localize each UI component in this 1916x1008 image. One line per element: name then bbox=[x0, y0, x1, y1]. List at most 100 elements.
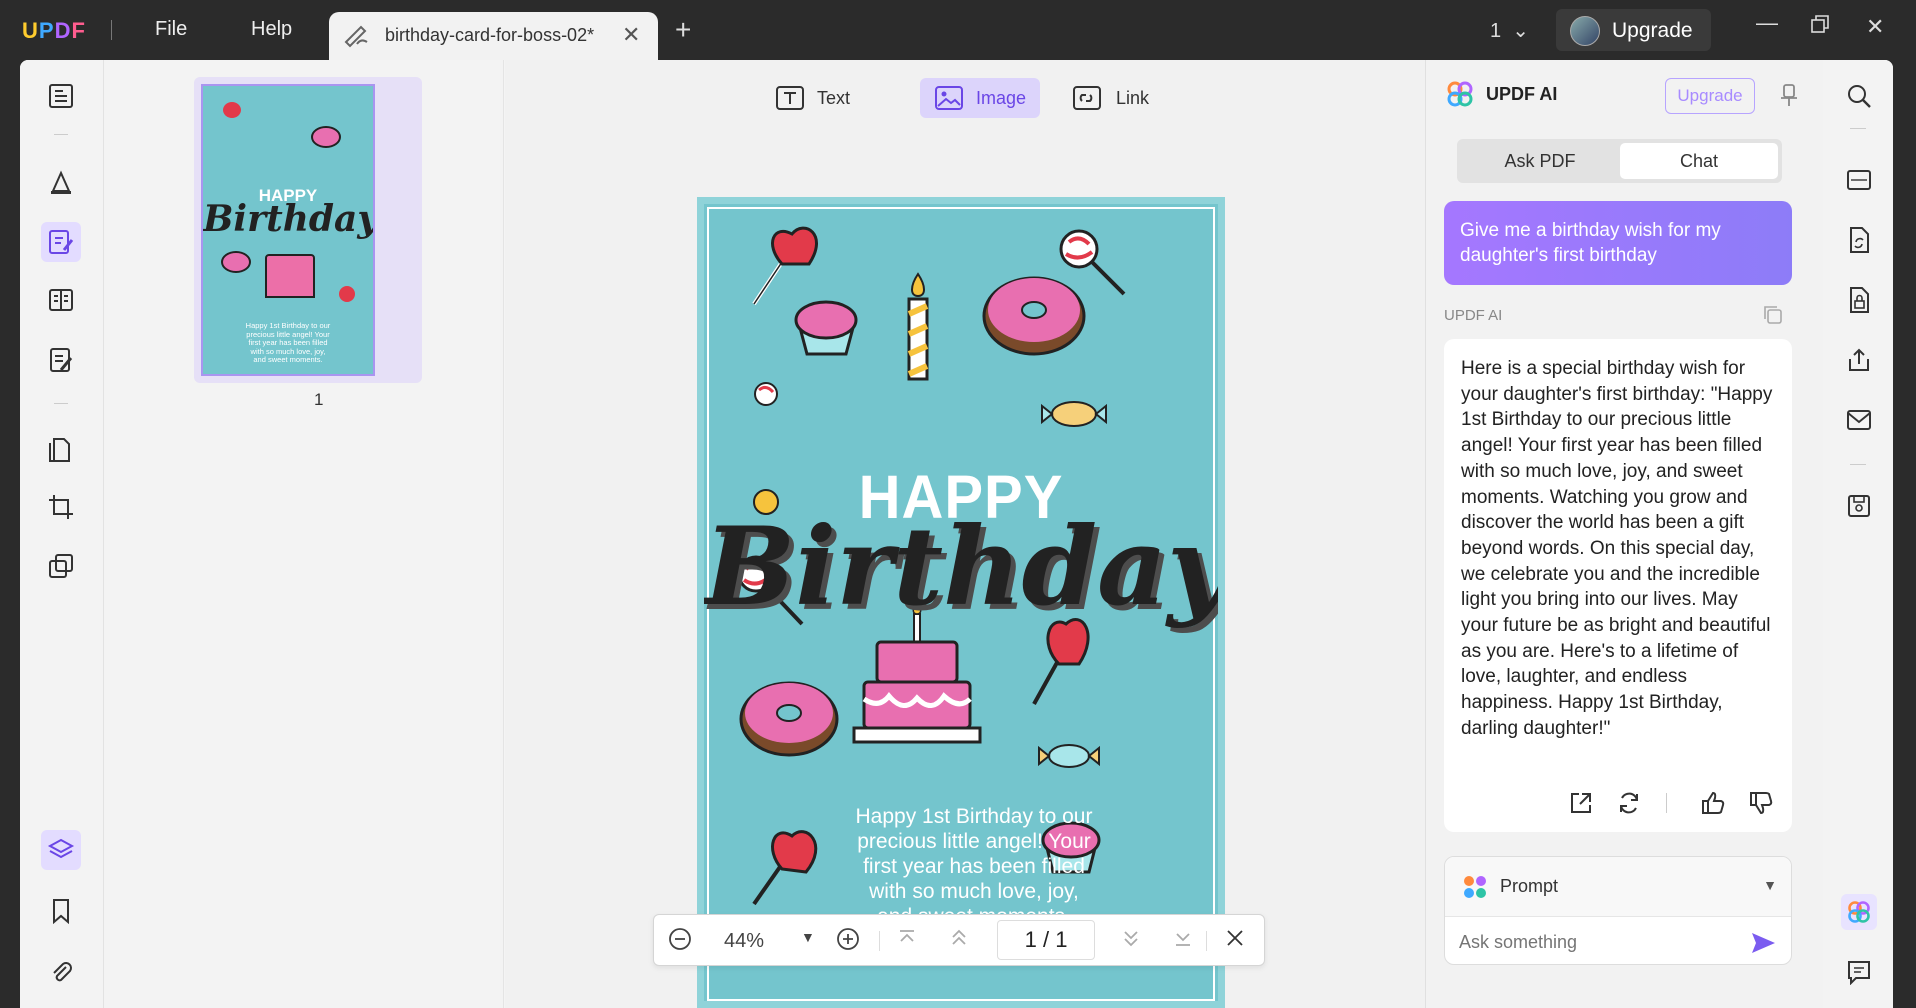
prompt-label: Prompt bbox=[1500, 876, 1559, 896]
save-icon[interactable] bbox=[1843, 490, 1875, 522]
ocr-icon[interactable] bbox=[1843, 164, 1875, 196]
export-icon[interactable] bbox=[1568, 790, 1594, 824]
email-icon[interactable] bbox=[1843, 404, 1875, 436]
ask-input[interactable] bbox=[1459, 932, 1739, 953]
protect-icon[interactable] bbox=[1843, 284, 1875, 316]
ai-mode-tabs: Ask PDF Chat bbox=[1457, 139, 1782, 183]
bookmark-icon[interactable] bbox=[41, 891, 81, 931]
divider bbox=[54, 134, 68, 135]
ai-title: UPDF AI bbox=[1486, 84, 1558, 104]
thumbnail-page-number: 1 bbox=[314, 390, 324, 409]
next-page-icon[interactable] bbox=[1120, 927, 1142, 955]
layers-icon[interactable] bbox=[41, 830, 81, 870]
document-area: Text Image Link HAPPY Birthday Happy 1st… bbox=[505, 60, 1425, 1008]
prev-page-icon[interactable] bbox=[948, 927, 970, 955]
page-selector[interactable]: 1 ⌄ bbox=[1490, 18, 1529, 43]
chevron-down-icon: ▼ bbox=[1763, 877, 1777, 893]
thumbs-down-icon[interactable] bbox=[1748, 790, 1774, 824]
left-toolbar bbox=[20, 60, 104, 1008]
tab-ask-pdf[interactable]: Ask PDF bbox=[1461, 143, 1619, 179]
zoom-dropdown-icon[interactable]: ▼ bbox=[801, 929, 815, 945]
ai-panel: UPDF AI Upgrade Ask PDF Chat Give me a b… bbox=[1425, 60, 1823, 1008]
link-tool-icon bbox=[1073, 86, 1101, 110]
divider bbox=[54, 403, 68, 404]
text-tool-label: Text bbox=[817, 87, 851, 108]
pdf-page[interactable]: HAPPY Birthday Happy 1st Birthday to our… bbox=[697, 197, 1225, 1008]
title-bar: UPDF File Help birthday-card-for-boss-02… bbox=[0, 0, 1916, 60]
thumb-heart bbox=[223, 102, 241, 118]
zoom-toolbar: 44% ▼ 1 / 1 bbox=[653, 914, 1265, 966]
crop-icon[interactable] bbox=[41, 487, 81, 527]
user-message: Give me a birthday wish for my daughter'… bbox=[1444, 201, 1792, 285]
thumb-donut bbox=[311, 126, 341, 148]
zoom-out-icon[interactable] bbox=[668, 927, 692, 957]
right-toolbar bbox=[1823, 60, 1893, 1008]
minimize-icon[interactable]: — bbox=[1756, 10, 1778, 36]
reader-icon[interactable] bbox=[41, 76, 81, 116]
thumb-line: and sweet moments. bbox=[253, 355, 323, 364]
image-tool-label: Image bbox=[976, 87, 1027, 108]
search-icon[interactable] bbox=[1843, 80, 1875, 112]
ai-responder-label: UPDF AI bbox=[1444, 307, 1503, 324]
image-tool-icon bbox=[935, 86, 963, 110]
thumbnail-image: HAPPY Birthday Happy 1st Birthday to our… bbox=[201, 84, 375, 376]
link-tool-button[interactable]: Link bbox=[1058, 78, 1163, 118]
batch-icon[interactable] bbox=[41, 546, 81, 586]
close-window-icon[interactable]: ✕ bbox=[1866, 14, 1884, 40]
convert-icon[interactable] bbox=[1843, 224, 1875, 256]
tab-chat[interactable]: Chat bbox=[1620, 143, 1778, 179]
card-message-line: Happy 1st Birthday to our bbox=[855, 805, 1093, 828]
comment-icon[interactable] bbox=[41, 163, 81, 203]
thumbs-up-icon[interactable] bbox=[1700, 790, 1726, 824]
workspace: HAPPY Birthday Happy 1st Birthday to our… bbox=[20, 60, 1893, 1008]
divider bbox=[1666, 793, 1667, 813]
share-icon[interactable] bbox=[1843, 344, 1875, 376]
comment-list-icon[interactable] bbox=[1843, 956, 1875, 988]
close-tab-icon[interactable]: ✕ bbox=[622, 22, 640, 48]
card-birthday-text: Birthday bbox=[704, 504, 1225, 630]
add-tab-icon[interactable]: + bbox=[675, 14, 691, 46]
last-page-icon[interactable] bbox=[1172, 927, 1194, 955]
restore-icon[interactable] bbox=[1810, 14, 1830, 40]
chevron-down-icon: ⌄ bbox=[1512, 20, 1530, 42]
close-zoom-icon[interactable] bbox=[1224, 927, 1246, 955]
tab-title: birthday-card-for-boss-02* bbox=[385, 25, 595, 45]
updf-ai-toggle-icon[interactable] bbox=[1841, 894, 1877, 930]
prompt-selector[interactable]: Prompt ▼ bbox=[1445, 857, 1791, 917]
first-page-icon[interactable] bbox=[896, 927, 918, 955]
zoom-level[interactable]: 44% bbox=[724, 930, 764, 953]
text-tool-button[interactable]: Text bbox=[761, 78, 864, 118]
page-thumbnail[interactable]: HAPPY Birthday Happy 1st Birthday to our… bbox=[194, 77, 422, 383]
image-tool-button[interactable]: Image bbox=[920, 78, 1041, 118]
thumb-birthday: Birthday bbox=[203, 198, 375, 240]
send-icon[interactable] bbox=[1749, 930, 1777, 961]
copy-icon[interactable] bbox=[1761, 303, 1785, 332]
thumb-donut bbox=[221, 251, 251, 273]
document-tab[interactable]: birthday-card-for-boss-02* ✕ bbox=[329, 12, 658, 60]
edit-doc-icon bbox=[343, 24, 369, 53]
total-pages: 1 bbox=[1055, 927, 1068, 952]
response-actions bbox=[1444, 790, 1792, 818]
menu-help[interactable]: Help bbox=[251, 18, 292, 41]
fill-sign-icon[interactable] bbox=[41, 340, 81, 380]
ai-response: Here is a special birthday wish for your… bbox=[1444, 339, 1792, 832]
thumb-cake bbox=[265, 254, 315, 298]
prompt-icon bbox=[1463, 875, 1487, 904]
avatar bbox=[1570, 16, 1600, 46]
organize-icon[interactable] bbox=[41, 280, 81, 320]
page-tools-icon[interactable] bbox=[41, 430, 81, 470]
upgrade-button[interactable]: Upgrade bbox=[1556, 9, 1711, 51]
pin-icon[interactable] bbox=[1778, 82, 1800, 113]
prompt-box: Prompt ▼ bbox=[1444, 856, 1792, 965]
card-message-line: with so much love, joy, bbox=[869, 880, 1079, 903]
zoom-in-icon[interactable] bbox=[836, 927, 860, 957]
attachment-icon[interactable] bbox=[41, 952, 81, 992]
divider bbox=[1850, 464, 1866, 465]
edit-pdf-icon[interactable] bbox=[41, 222, 81, 262]
menu-file[interactable]: File bbox=[155, 18, 187, 41]
page-number-input[interactable]: 1 / 1 bbox=[997, 920, 1095, 960]
divider bbox=[1850, 128, 1866, 129]
link-tool-label: Link bbox=[1116, 87, 1150, 108]
ai-upgrade-button[interactable]: Upgrade bbox=[1665, 78, 1755, 114]
regenerate-icon[interactable] bbox=[1616, 790, 1642, 824]
